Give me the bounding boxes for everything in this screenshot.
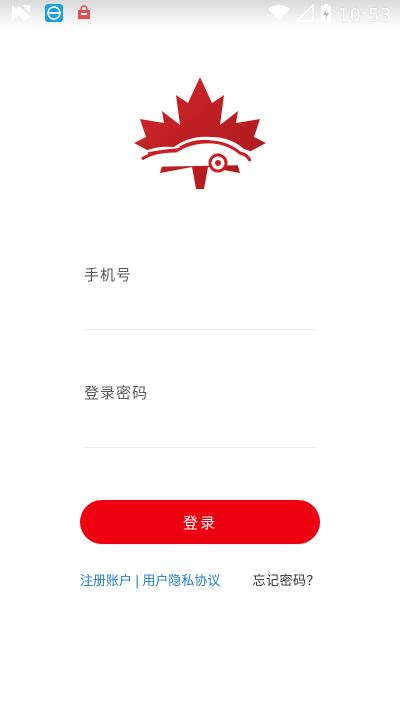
no-signal-icon [294, 3, 314, 26]
register-link[interactable]: 注册账户 [80, 574, 132, 589]
phone-input[interactable] [84, 294, 316, 320]
store-notification-icon [76, 5, 92, 25]
password-input[interactable] [84, 412, 316, 438]
battery-charging-icon [320, 3, 332, 27]
login-button[interactable]: 登录 [80, 500, 320, 544]
status-bar: 10:53 [0, 0, 400, 30]
password-label: 登录密码 [84, 384, 149, 402]
app-logo [120, 55, 280, 215]
maple-leaf-car-logo-icon [134, 77, 266, 189]
app-notification-icon [44, 3, 64, 27]
link-separator: | [135, 574, 140, 589]
bottom-links: 注册账户 | 用户隐私协议 忘记密码？ [80, 570, 320, 589]
wifi-icon [267, 4, 290, 26]
password-underline [84, 447, 316, 448]
status-time: 10:53 [337, 4, 392, 26]
phone-label: 手机号 [84, 266, 133, 284]
phone-underline [84, 329, 316, 330]
privacy-policy-link[interactable]: 用户隐私协议 [142, 574, 220, 589]
signal-icon [10, 3, 32, 27]
forgot-password-link[interactable]: 忘记密码？ [252, 570, 320, 589]
